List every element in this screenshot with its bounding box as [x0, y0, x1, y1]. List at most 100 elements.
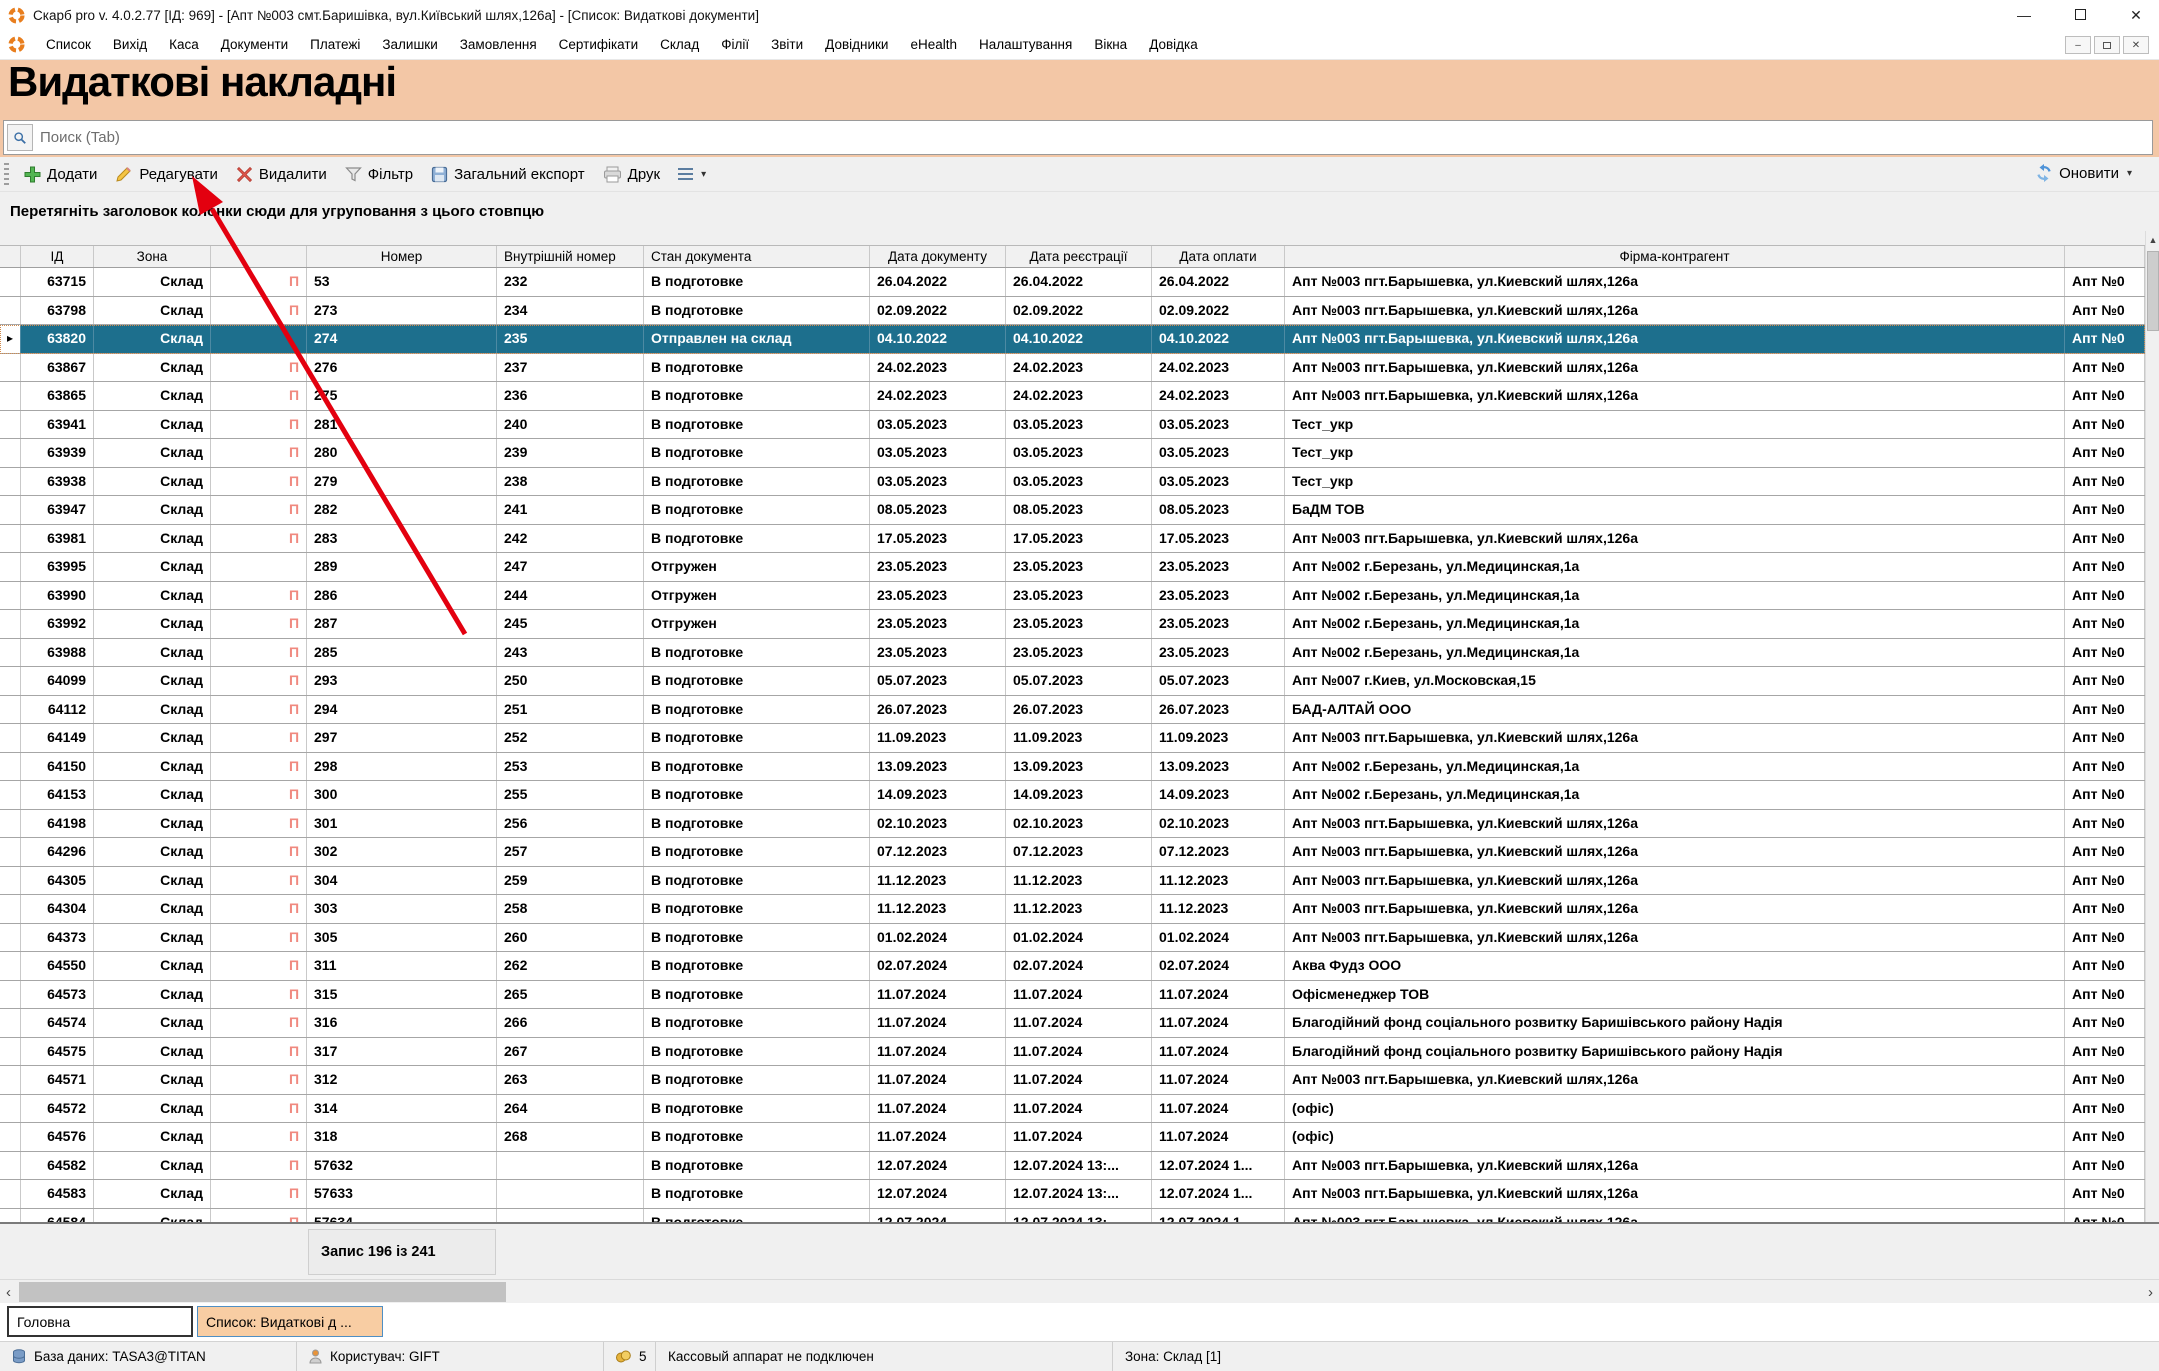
search-icon[interactable]	[7, 124, 33, 151]
menu-item-сертифікати[interactable]: Сертифікати	[548, 37, 649, 52]
table-row[interactable]: 63715СкладП53232В подготовке26.04.202226…	[0, 268, 2145, 297]
filter-button[interactable]: Фільтр	[336, 163, 422, 186]
tab-list-active[interactable]: Список: Видаткові д ...	[197, 1306, 383, 1337]
edit-button[interactable]: Редагувати	[106, 162, 227, 186]
table-row[interactable]: 64153СкладП300255В подготовке14.09.20231…	[0, 781, 2145, 810]
vertical-scrollbar[interactable]: ▲ ▼	[2145, 231, 2159, 1279]
table-row[interactable]: 63865СкладП275236В подготовке24.02.20232…	[0, 382, 2145, 411]
export-button[interactable]: Загальний експорт	[422, 163, 594, 186]
cell-num: 302	[307, 838, 497, 866]
table-row[interactable]: 64150СкладП298253В подготовке13.09.20231…	[0, 753, 2145, 782]
cell-p: П	[211, 1152, 307, 1180]
table-row[interactable]: 64573СкладП315265В подготовке11.07.20241…	[0, 981, 2145, 1010]
table-row[interactable]: 63939СкладП280239В подготовке03.05.20230…	[0, 439, 2145, 468]
column-header-id[interactable]: ІД	[21, 246, 94, 267]
table-row[interactable]: 64572СкладП314264В подготовке11.07.20241…	[0, 1095, 2145, 1124]
table-row[interactable]: 64582СкладП57632В подготовке12.07.202412…	[0, 1152, 2145, 1181]
table-row[interactable]: 64198СкладП301256В подготовке02.10.20230…	[0, 810, 2145, 839]
toolbar-grip[interactable]	[4, 163, 9, 185]
scroll-left-icon[interactable]: ‹	[0, 1280, 17, 1304]
group-by-bar[interactable]: Перетягніть заголовок колонки сюди для у…	[0, 192, 2159, 245]
menu-item-каса[interactable]: Каса	[158, 37, 210, 52]
column-header-inum[interactable]: Внутрішній номер	[497, 246, 644, 267]
column-header-marker[interactable]	[0, 246, 21, 267]
table-row[interactable]: 64574СкладП316266В подготовке11.07.20241…	[0, 1009, 2145, 1038]
table-row[interactable]: 64112СкладП294251В подготовке26.07.20232…	[0, 696, 2145, 725]
tab-home[interactable]: Головна	[7, 1306, 193, 1337]
table-row[interactable]: 63990СкладП286244Отгружен23.05.202323.05…	[0, 582, 2145, 611]
menu-item-ehealth[interactable]: eHealth	[899, 37, 968, 52]
cell-d2: 11.12.2023	[1006, 867, 1152, 895]
table-row[interactable]: 64575СкладП317267В подготовке11.07.20241…	[0, 1038, 2145, 1067]
table-row[interactable]: 63992СкладП287245Отгружен23.05.202323.05…	[0, 610, 2145, 639]
menu-item-вікна[interactable]: Вікна	[1083, 37, 1138, 52]
close-button[interactable]: ✕	[2127, 7, 2145, 24]
cell-zone: Склад	[94, 496, 211, 524]
restore-button[interactable]	[2071, 7, 2089, 23]
table-row[interactable]: ▸63820Склад274235Отправлен на склад04.10…	[0, 325, 2145, 354]
column-header-d3[interactable]: Дата оплати	[1152, 246, 1285, 267]
table-row[interactable]: 64099СкладП293250В подготовке05.07.20230…	[0, 667, 2145, 696]
cell-inum: 251	[497, 696, 644, 724]
table-row[interactable]: 64149СкладП297252В подготовке11.09.20231…	[0, 724, 2145, 753]
column-header-d1[interactable]: Дата документу	[870, 246, 1006, 267]
table-row[interactable]: 63947СкладП282241В подготовке08.05.20230…	[0, 496, 2145, 525]
menu-item-склад[interactable]: Склад	[649, 37, 710, 52]
scroll-right-icon[interactable]: ›	[2142, 1280, 2159, 1304]
menu-item-вихід[interactable]: Вихід	[102, 37, 158, 52]
cell-d3: 13.09.2023	[1152, 753, 1285, 781]
table-row[interactable]: 64576СкладП318268В подготовке11.07.20241…	[0, 1123, 2145, 1152]
cell-d2: 17.05.2023	[1006, 525, 1152, 553]
table-row[interactable]: 64305СкладП304259В подготовке11.12.20231…	[0, 867, 2145, 896]
column-header-state[interactable]: Стан документа	[644, 246, 870, 267]
table-row[interactable]: 64571СкладП312263В подготовке11.07.20241…	[0, 1066, 2145, 1095]
horizontal-scroll-thumb[interactable]	[19, 1282, 506, 1302]
column-header-p[interactable]	[211, 246, 307, 267]
column-header-firm[interactable]: Фірма-контрагент	[1285, 246, 2065, 267]
table-row[interactable]: 64296СкладП302257В подготовке07.12.20230…	[0, 838, 2145, 867]
menu-item-документи[interactable]: Документи	[210, 37, 299, 52]
menu-item-філії[interactable]: Філії	[710, 37, 760, 52]
column-header-tail[interactable]	[2065, 246, 2145, 267]
mdi-minimize-button[interactable]: –	[2065, 36, 2091, 54]
column-header-d2[interactable]: Дата реєстрації	[1006, 246, 1152, 267]
print-button[interactable]: Друк	[594, 163, 669, 186]
table-row[interactable]: 64584СкладП57634В подготовке12.07.202412…	[0, 1209, 2145, 1222]
menu-item-звіти[interactable]: Звіти	[760, 37, 814, 52]
cell-state: В подготовке	[644, 1152, 870, 1180]
add-button[interactable]: Додати	[15, 163, 106, 186]
menu-item-платежі[interactable]: Платежі	[299, 37, 371, 52]
table-row[interactable]: 63798СкладП273234В подготовке02.09.20220…	[0, 297, 2145, 326]
menu-item-довідники[interactable]: Довідники	[814, 37, 899, 52]
cell-id: 64582	[21, 1152, 94, 1180]
table-row[interactable]: 63941СкладП281240В подготовке03.05.20230…	[0, 411, 2145, 440]
horizontal-scrollbar[interactable]: ‹ ›	[0, 1279, 2159, 1303]
column-header-num[interactable]: Номер	[307, 246, 497, 267]
vertical-scroll-thumb[interactable]	[2147, 251, 2159, 331]
column-header-zone[interactable]: Зона	[94, 246, 211, 267]
cell-id: 64575	[21, 1038, 94, 1066]
table-row[interactable]: 64373СкладП305260В подготовке01.02.20240…	[0, 924, 2145, 953]
view-options-button[interactable]: ▾	[669, 165, 715, 184]
mdi-restore-button[interactable]	[2094, 36, 2120, 54]
table-row[interactable]: 64304СкладП303258В подготовке11.12.20231…	[0, 895, 2145, 924]
delete-button[interactable]: Видалити	[227, 163, 336, 186]
table-row[interactable]: 63995Склад289247Отгружен23.05.202323.05.…	[0, 553, 2145, 582]
refresh-button[interactable]: Оновити ▾	[2026, 161, 2141, 185]
menu-item-список[interactable]: Список	[35, 37, 102, 52]
minimize-button[interactable]: —	[2015, 7, 2033, 23]
table-row[interactable]: 63867СкладП276237В подготовке24.02.20232…	[0, 354, 2145, 383]
cell-p: П	[211, 952, 307, 980]
table-row[interactable]: 64583СкладП57633В подготовке12.07.202412…	[0, 1180, 2145, 1209]
menu-item-замовлення[interactable]: Замовлення	[449, 37, 548, 52]
search-input[interactable]	[33, 121, 2152, 154]
menu-item-налаштування[interactable]: Налаштування	[968, 37, 1083, 52]
menu-item-залишки[interactable]: Залишки	[371, 37, 448, 52]
menu-item-довідка[interactable]: Довідка	[1138, 37, 1209, 52]
table-row[interactable]: 63981СкладП283242В подготовке17.05.20231…	[0, 525, 2145, 554]
table-row[interactable]: 64550СкладП311262В подготовке02.07.20240…	[0, 952, 2145, 981]
table-row[interactable]: 63988СкладП285243В подготовке23.05.20232…	[0, 639, 2145, 668]
scroll-up-icon[interactable]: ▲	[2146, 231, 2159, 249]
mdi-close-button[interactable]: ✕	[2123, 36, 2149, 54]
table-row[interactable]: 63938СкладП279238В подготовке03.05.20230…	[0, 468, 2145, 497]
